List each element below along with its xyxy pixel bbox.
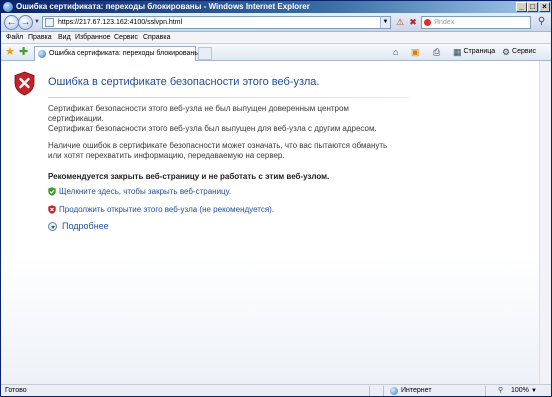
recommendation: Рекомендуется закрыть веб-страницу и не … — [48, 172, 330, 181]
page-menu-button[interactable]: ▦ Страница — [453, 45, 495, 59]
page-icon — [45, 18, 54, 27]
green-shield-icon — [48, 187, 56, 196]
tools-menu-button[interactable]: ⚙ Сервис — [502, 45, 536, 59]
tab-ie-icon — [38, 50, 46, 58]
address-dropdown-icon[interactable]: ▼ — [380, 17, 390, 28]
address-toolbar: ← → ▼ https://217.67.123.162:4100/sslvpn… — [1, 13, 551, 32]
close-page-link-text[interactable]: Щелкните здесь, чтобы закрыть веб-страни… — [59, 187, 231, 197]
cert-line-3: Сертификат безопасности этого веб-узла б… — [48, 124, 377, 133]
certificate-error-icon[interactable]: ⚠ — [394, 17, 406, 28]
menu-help[interactable]: Справка — [143, 32, 170, 44]
menu-view[interactable]: Вид — [58, 32, 71, 44]
tools-menu-label: Сервис — [512, 48, 537, 55]
yandex-logo-icon — [424, 19, 431, 26]
back-button[interactable]: ← — [4, 15, 19, 30]
stop-icon[interactable]: ✖ — [407, 17, 419, 28]
zoom-level[interactable]: 100% — [511, 385, 529, 397]
title-divider — [48, 97, 409, 98]
page-content: Ошибка в сертификате безопасности этого … — [1, 61, 551, 384]
status-separator — [369, 386, 370, 396]
status-bar: Готово Интернет ⚲ 100% ▼ — [1, 384, 551, 396]
risk-line-1: Наличие ошибок в сертификате безопасност… — [48, 141, 388, 150]
print-button[interactable]: ⎙ — [433, 45, 440, 59]
search-icon[interactable]: ⚲ — [535, 16, 548, 29]
favorites-star-icon[interactable]: ★ — [5, 46, 15, 58]
search-field[interactable]: Яndex — [421, 16, 531, 29]
menu-edit[interactable]: Правка — [28, 32, 52, 44]
status-separator — [485, 386, 486, 396]
window-title: Ошибка сертификата: переходы блокированы… — [16, 2, 310, 11]
menu-favorites[interactable]: Избранное — [75, 32, 110, 44]
title-bar[interactable]: Ошибка сертификата: переходы блокированы… — [1, 1, 551, 13]
page-menu-label: Страница — [463, 48, 496, 55]
maximize-button[interactable]: □ — [527, 2, 538, 12]
red-shield-icon — [48, 205, 56, 214]
status-separator — [383, 386, 384, 396]
ie-logo-icon — [3, 2, 13, 12]
continue-link-text[interactable]: Продолжить открытие этого веб-узла (не р… — [59, 205, 274, 215]
error-shield-icon — [14, 71, 35, 96]
tab-bar: ★ ✚ Ошибка сертификата: переходы блокиро… — [1, 44, 551, 61]
browser-window: Ошибка сертификата: переходы блокированы… — [0, 0, 552, 397]
page-title: Ошибка в сертификате безопасности этого … — [48, 76, 320, 88]
print-icon: ⎙ — [433, 47, 441, 57]
feeds-button[interactable]: ▣ — [411, 45, 420, 59]
feeds-icon: ▣ — [411, 47, 420, 57]
more-info-text[interactable]: Подробнее — [62, 221, 109, 232]
new-tab-button[interactable] — [198, 47, 212, 60]
globe-icon — [390, 387, 398, 395]
history-dropdown-icon[interactable]: ▼ — [34, 19, 40, 25]
security-zone[interactable]: Интернет — [401, 385, 432, 397]
forward-button[interactable]: → — [18, 15, 33, 30]
risk-description: Наличие ошибок в сертификате безопасност… — [48, 141, 387, 161]
tab-active[interactable]: Ошибка сертификата: переходы блокированы — [34, 46, 200, 61]
menu-tools[interactable]: Сервис — [114, 32, 138, 44]
cert-line-2: сертификации. — [48, 114, 104, 123]
menu-bar: Файл Правка Вид Избранное Сервис Справка — [1, 32, 551, 44]
expand-down-icon — [48, 222, 57, 231]
minimize-button[interactable]: _ — [516, 2, 527, 12]
address-field[interactable]: https://217.67.123.162:4100/sslvpn.html … — [42, 16, 391, 29]
zoom-icon: ⚲ — [498, 387, 504, 394]
close-window-button[interactable]: × — [539, 2, 550, 12]
status-text: Готово — [5, 387, 27, 394]
risk-line-2: или хотят перехватить информацию, переда… — [48, 151, 285, 160]
page-icon: ▦ — [453, 47, 462, 57]
add-favorite-icon[interactable]: ✚ — [19, 46, 28, 58]
home-icon: ⌂ — [393, 47, 399, 57]
home-button[interactable]: ⌂ — [393, 45, 398, 59]
address-url[interactable]: https://217.67.123.162:4100/sslvpn.html — [58, 17, 182, 28]
zoom-dropdown-icon[interactable]: ▼ — [531, 385, 537, 397]
gear-icon: ⚙ — [502, 47, 511, 57]
cert-line-1: Сертификат безопасности этого веб-узла н… — [48, 104, 349, 113]
menu-file[interactable]: Файл — [6, 32, 23, 44]
vertical-scrollbar[interactable] — [539, 61, 551, 384]
cert-description: Сертификат безопасности этого веб-узла н… — [48, 104, 377, 134]
search-placeholder: Яndex — [434, 19, 455, 26]
tab-label: Ошибка сертификата: переходы блокированы — [49, 50, 200, 57]
